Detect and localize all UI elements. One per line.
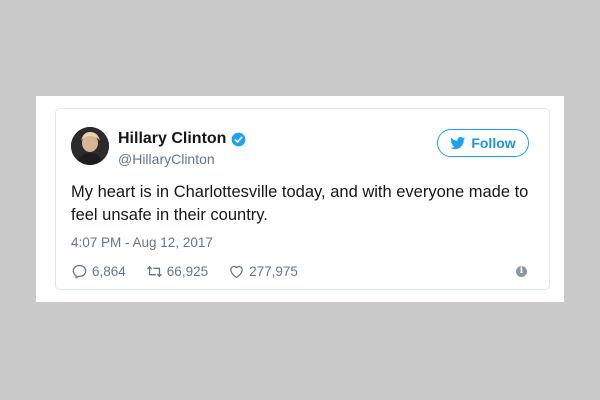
retweet-action[interactable]: 66,925 <box>146 263 208 280</box>
like-action[interactable]: 277,975 <box>228 263 298 280</box>
tweet-timestamp[interactable]: 4:07 PM - Aug 12, 2017 <box>71 235 213 250</box>
like-count: 277,975 <box>249 263 298 279</box>
info-icon[interactable]: i <box>516 266 527 277</box>
twitter-bird-icon <box>450 136 466 149</box>
tweet-text-line: feel unsafe in their country. <box>71 206 268 224</box>
verified-badge-icon <box>232 132 246 146</box>
reply-action[interactable]: 6,864 <box>71 263 126 280</box>
retweet-icon <box>146 265 162 277</box>
reply-count: 6,864 <box>92 263 126 279</box>
user-handle[interactable]: @HillaryClinton <box>118 151 215 167</box>
avatar[interactable] <box>71 127 109 165</box>
display-name[interactable]: Hillary Clinton <box>118 130 226 148</box>
author-name-row: Hillary Clinton <box>118 129 246 149</box>
heart-icon <box>230 265 243 278</box>
tweet-card: Hillary Clinton @HillaryClinton Follow M… <box>55 108 550 290</box>
follow-button-label: Follow <box>471 135 516 151</box>
retweet-count: 66,925 <box>166 263 209 279</box>
tweet-actions: 6,864 66,925 277,975 <box>71 261 318 281</box>
reply-icon <box>72 264 87 279</box>
tweet-text: My heart is in Charlottesville today, an… <box>71 181 536 227</box>
follow-button[interactable]: Follow <box>437 129 529 157</box>
tweet-text-line: My heart is in Charlottesville today, an… <box>71 183 529 201</box>
avatar-image <box>71 127 109 165</box>
